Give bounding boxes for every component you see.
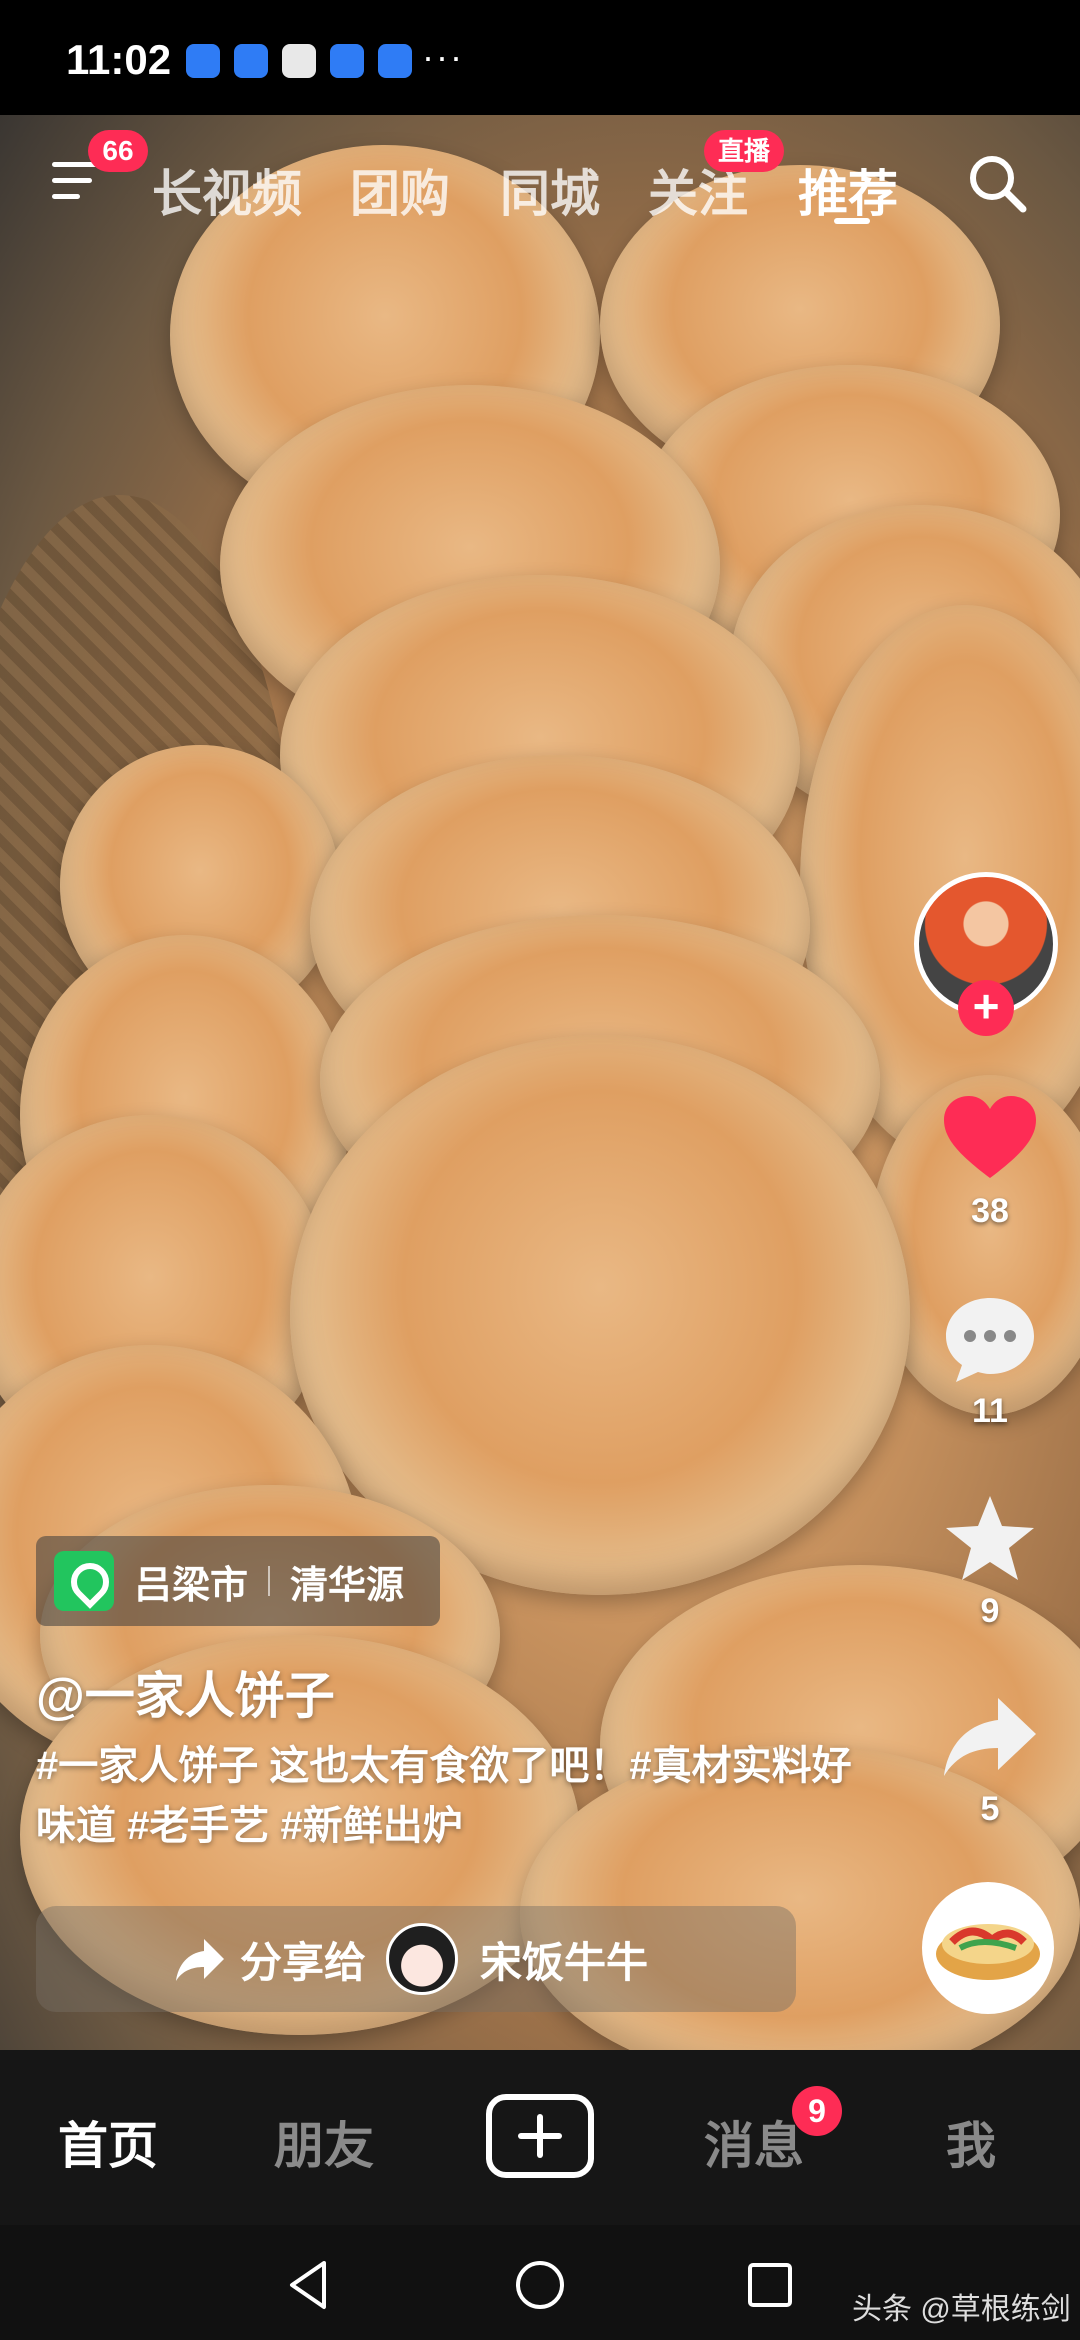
live-badge[interactable]: 直播 <box>704 130 785 172</box>
friend-avatar <box>386 1923 459 1995</box>
like-count: 38 <box>971 1192 1009 1230</box>
menu-icon[interactable] <box>52 162 100 202</box>
app-notification-icon <box>282 44 316 78</box>
notification-icons <box>186 44 412 78</box>
share-friend-name: 宋饭牛牛 <box>480 1938 649 1986</box>
share-count: 5 <box>980 1790 1000 1828</box>
follow-plus-icon[interactable]: + <box>958 980 1014 1036</box>
tab-nearby[interactable]: 同城 <box>500 154 600 226</box>
music-disc[interactable] <box>922 1882 1054 2014</box>
comment-count: 11 <box>972 1392 1008 1430</box>
create-plus-button[interactable] <box>486 2094 594 2178</box>
share-arrow-icon <box>176 1939 224 1981</box>
location-place: 清华源 <box>290 1564 405 1607</box>
video-description: #一家人饼子 这也太有食欲了吧！#真材实料好味道 #老手艺 #新鲜出炉 <box>36 1736 856 1856</box>
tab-recommend[interactable]: 推荐 <box>798 154 898 226</box>
like-heart-icon[interactable] <box>940 1090 1040 1190</box>
share-label: 分享给 <box>240 1938 367 1986</box>
favorite-count: 9 <box>980 1592 1000 1630</box>
active-tab-indicator <box>834 218 870 224</box>
share-suggestion-bar[interactable]: 分享给 宋饭牛牛 <box>36 1906 796 2012</box>
top-nav: 66 长视频 团购 同城 关注 直播 推荐 <box>0 130 1080 230</box>
location-pin-icon <box>54 1551 114 1611</box>
favorite-star-icon[interactable] <box>940 1490 1040 1590</box>
nav-messages[interactable]: 消息 <box>704 2106 804 2178</box>
app-notification-icon <box>186 44 220 78</box>
search-icon[interactable] <box>966 152 1028 214</box>
nav-me[interactable]: 我 <box>946 2106 996 2178</box>
status-bar: 11:02 ··· <box>0 0 1080 115</box>
app-notification-icon <box>234 44 268 78</box>
tab-long-video[interactable]: 长视频 <box>152 154 302 226</box>
back-triangle-icon[interactable] <box>280 2255 340 2315</box>
app-notification-icon <box>330 44 364 78</box>
location-tag[interactable]: 吕梁市 清华源 <box>36 1536 440 1626</box>
recents-square-icon[interactable] <box>740 2255 800 2315</box>
cloud-icon <box>378 44 412 78</box>
bottom-nav: 首页 朋友 消息 9 我 <box>0 2050 1080 2225</box>
location-city: 吕梁市 <box>134 1564 249 1607</box>
menu-badge: 66 <box>88 130 148 172</box>
share-arrow-icon[interactable] <box>940 1688 1040 1788</box>
hashtag[interactable]: #新鲜出炉 <box>281 1804 463 1848</box>
description-text: 这也太有食欲了吧！ <box>258 1744 630 1788</box>
comment-icon[interactable] <box>940 1290 1040 1390</box>
nav-friends[interactable]: 朋友 <box>274 2106 374 2178</box>
status-time: 11:02 <box>66 36 172 83</box>
nav-home[interactable]: 首页 <box>58 2106 158 2178</box>
hashtag[interactable]: #一家人饼子 <box>36 1744 258 1788</box>
home-circle-icon[interactable] <box>510 2255 570 2315</box>
watermark: 头条 @草根练剑 <box>852 2293 1071 2326</box>
tab-group-buy[interactable]: 团购 <box>350 154 450 226</box>
hashtag[interactable]: #老手艺 <box>127 1804 269 1848</box>
status-more-icon: ··· <box>422 36 464 77</box>
author-name[interactable]: @一家人饼子 <box>36 1656 335 1728</box>
messages-badge: 9 <box>792 2086 842 2136</box>
location-divider <box>268 1566 271 1596</box>
food-thumbnail-icon <box>936 1924 1040 1980</box>
